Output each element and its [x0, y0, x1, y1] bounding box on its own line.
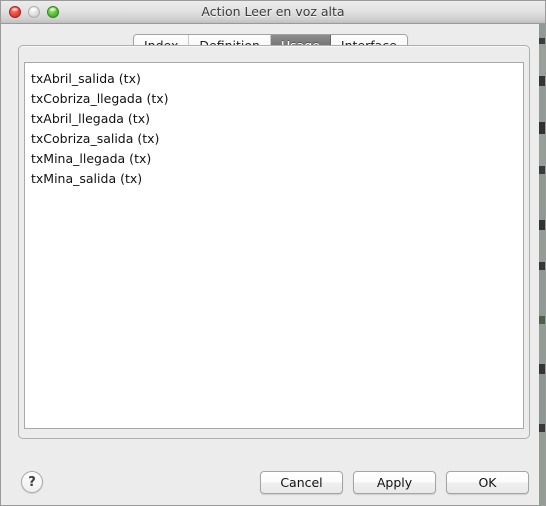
close-icon[interactable] [9, 6, 21, 18]
zoom-icon[interactable] [47, 6, 59, 18]
dialog-window: Action Leer en voz alta Index Definition… [0, 0, 546, 506]
cancel-button[interactable]: Cancel [260, 471, 343, 494]
window-title: Action Leer en voz alta [201, 4, 345, 19]
list-item[interactable]: txAbril_salida (tx) [25, 69, 523, 89]
usage-list[interactable]: txAbril_salida (tx) txCobriza_llegada (t… [24, 62, 524, 429]
dialog-button-row: Cancel Apply OK [260, 471, 529, 494]
help-button[interactable]: ? [21, 471, 43, 493]
title-bar[interactable]: Action Leer en voz alta [1, 1, 545, 24]
minimize-icon[interactable] [28, 6, 40, 18]
list-item[interactable]: txAbril_llegada (tx) [25, 109, 523, 129]
list-item[interactable]: txMina_salida (tx) [25, 169, 523, 189]
background-window-edge [539, 24, 545, 505]
list-item[interactable]: txCobriza_llegada (tx) [25, 89, 523, 109]
apply-button[interactable]: Apply [353, 471, 436, 494]
ok-button[interactable]: OK [446, 471, 529, 494]
window-controls [9, 6, 59, 18]
usage-panel: txAbril_salida (tx) txCobriza_llegada (t… [18, 45, 530, 439]
list-item[interactable]: txMina_llegada (tx) [25, 149, 523, 169]
list-item[interactable]: txCobriza_salida (tx) [25, 129, 523, 149]
